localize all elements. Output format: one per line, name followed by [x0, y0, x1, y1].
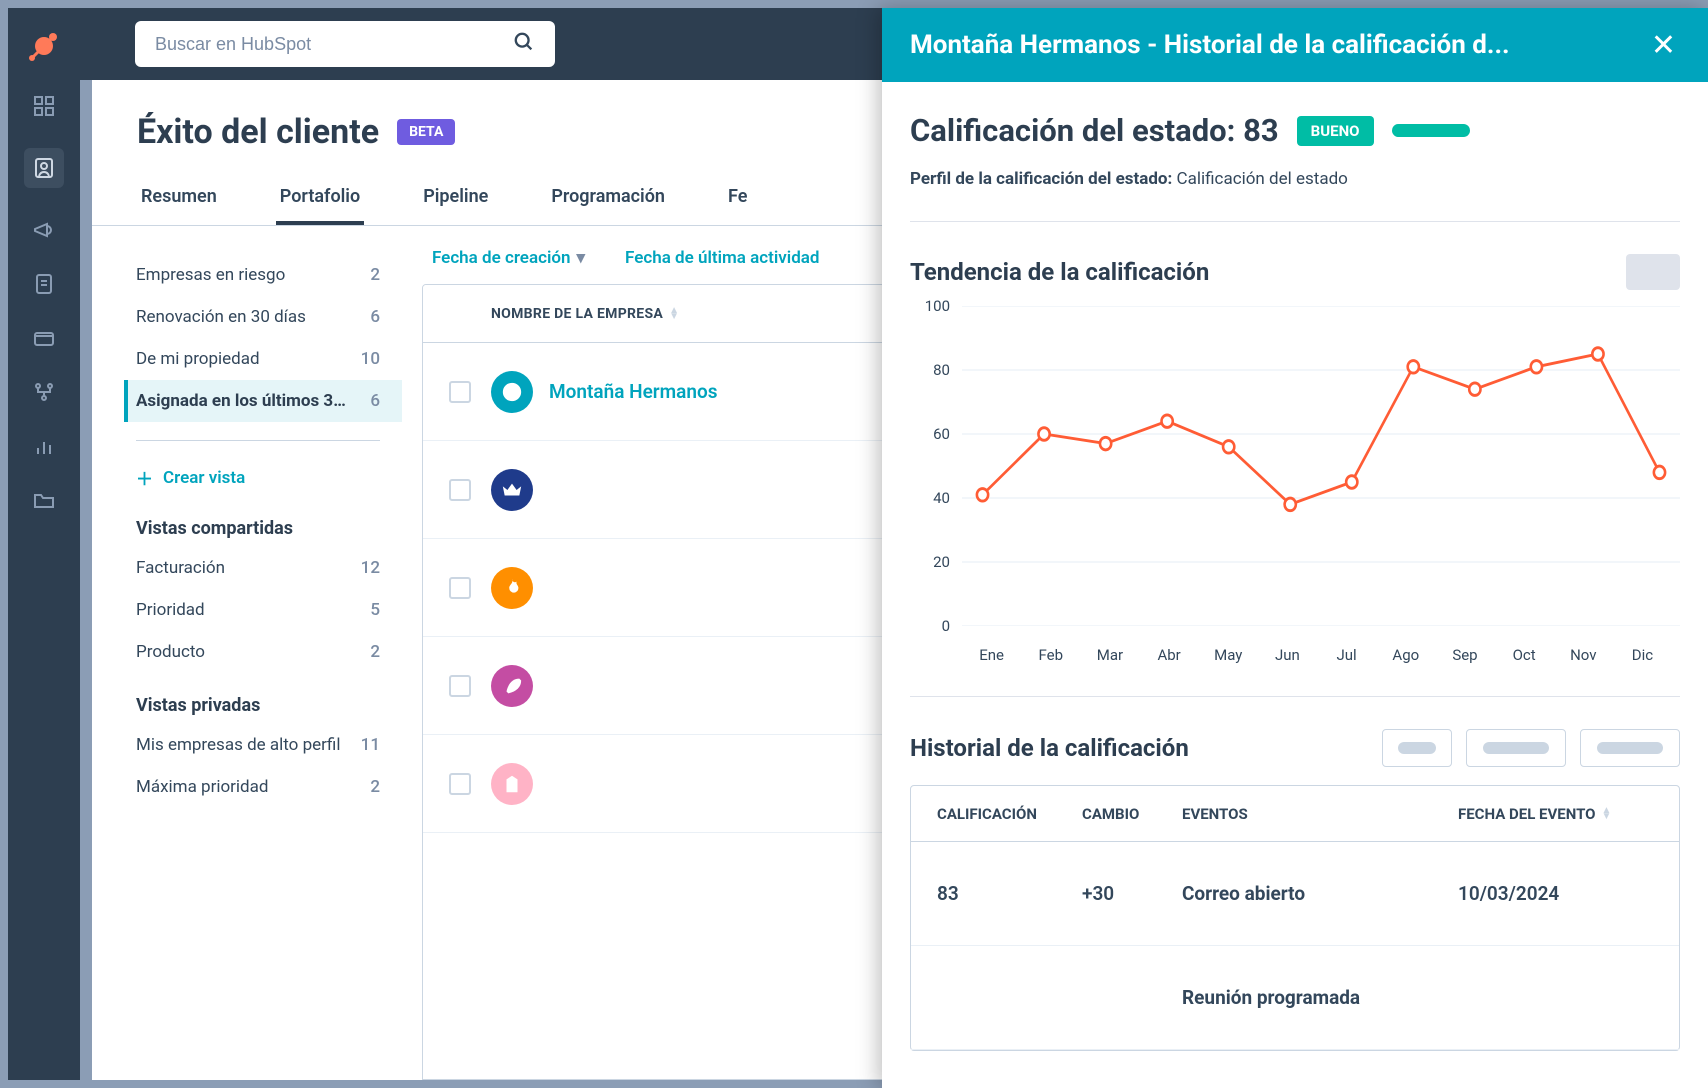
score-badge: BUENO: [1297, 116, 1374, 146]
hcol-cal[interactable]: CALIFICACIÓN: [937, 805, 1082, 823]
grid-icon[interactable]: [32, 94, 56, 118]
history-header: CALIFICACIÓN CAMBIO EVENTOS FECHA DEL EV…: [911, 786, 1679, 842]
y-tick: 40: [933, 489, 950, 507]
view-item[interactable]: De mi propiedad10: [124, 338, 402, 380]
x-tick: Jul: [1317, 646, 1376, 664]
company-icon: [491, 763, 533, 805]
view-item[interactable]: Facturación12: [124, 547, 402, 589]
sort-icon: ▲▼: [1602, 808, 1612, 820]
history-filter-1[interactable]: [1382, 729, 1452, 767]
trend-title: Tendencia de la calificación: [910, 258, 1209, 286]
x-tick: May: [1199, 646, 1258, 664]
panel-title: Montaña Hermanos - Historial de la calif…: [910, 30, 1647, 60]
row-checkbox[interactable]: [449, 479, 471, 501]
hcol-date[interactable]: FECHA DEL EVENTO▲▼: [1458, 805, 1653, 823]
divider: [136, 440, 380, 441]
hcol-events[interactable]: EVENTOS: [1182, 805, 1458, 823]
view-item[interactable]: Renovación en 30 días6: [124, 296, 402, 338]
tab-fe[interactable]: Fe: [724, 172, 751, 225]
company-icon: [491, 567, 533, 609]
view-item[interactable]: Asignada en los últimos 30 dí...6: [124, 380, 402, 422]
plus-icon: ＋: [136, 465, 153, 490]
megaphone-icon[interactable]: [32, 218, 56, 242]
history-row[interactable]: Reunión programada: [911, 946, 1679, 1050]
company-icon: [491, 665, 533, 707]
trend-chart: 100806040200: [910, 306, 1680, 626]
history-row[interactable]: 83 +30 Correo abierto 10/03/2024: [911, 842, 1679, 946]
row-checkbox[interactable]: [449, 773, 471, 795]
view-item[interactable]: Mis empresas de alto perfil11: [124, 724, 402, 766]
row-checkbox[interactable]: [449, 577, 471, 599]
create-view-label: Crear vista: [163, 468, 245, 488]
x-tick: Jun: [1258, 646, 1317, 664]
company-icon: [491, 371, 533, 413]
beta-badge: BETA: [397, 119, 455, 145]
history-title: Historial de la calificación: [910, 734, 1189, 762]
y-tick: 100: [925, 297, 950, 315]
tab-programación[interactable]: Programación: [547, 172, 669, 225]
create-view-button[interactable]: ＋ Crear vista: [124, 459, 402, 496]
folder-icon[interactable]: [32, 488, 56, 512]
view-item[interactable]: Prioridad5: [124, 589, 402, 631]
app-frame: Éxito del cliente BETA Resumen Portafolio…: [8, 8, 1700, 1080]
x-tick: Ago: [1376, 646, 1435, 664]
hubspot-logo-icon[interactable]: [26, 28, 62, 64]
wallet-icon[interactable]: [32, 326, 56, 350]
document-icon[interactable]: [32, 272, 56, 296]
tab-pipeline[interactable]: Pipeline: [419, 172, 492, 225]
view-item[interactable]: Máxima prioridad2: [124, 766, 402, 808]
x-tick: Sep: [1435, 646, 1494, 664]
divider: [910, 221, 1680, 222]
score-row: Calificación del estado: 83 BUENO: [910, 112, 1680, 149]
x-tick: Dic: [1613, 646, 1672, 664]
nav-sidebar: [8, 8, 80, 1080]
private-views-title: Vistas privadas: [124, 673, 402, 724]
history-filter-2[interactable]: [1466, 729, 1566, 767]
view-item[interactable]: Producto2: [124, 631, 402, 673]
trend-filter-button[interactable]: [1626, 254, 1680, 290]
shared-views-title: Vistas compartidas: [124, 496, 402, 547]
reports-icon[interactable]: [32, 434, 56, 458]
row-checkbox[interactable]: [449, 675, 471, 697]
views-panel: Empresas en riesgo2Renovación en 30 días…: [92, 226, 402, 1080]
y-tick: 60: [933, 425, 950, 443]
workflow-icon[interactable]: [32, 380, 56, 404]
sort-icon: ▲▼: [669, 308, 679, 320]
history-filter-3[interactable]: [1580, 729, 1680, 767]
company-icon: [491, 469, 533, 511]
chevron-down-icon: ▾: [576, 248, 585, 268]
x-tick: Mar: [1080, 646, 1139, 664]
score-title: Calificación del estado: 83: [910, 112, 1279, 149]
history-buttons: [1382, 729, 1680, 767]
y-tick: 20: [933, 553, 950, 571]
filter-last-activity[interactable]: Fecha de última actividad: [625, 248, 819, 268]
contacts-icon[interactable]: [24, 148, 64, 188]
x-tick: Feb: [1021, 646, 1080, 664]
history-table: CALIFICACIÓN CAMBIO EVENTOS FECHA DEL EV…: [910, 785, 1680, 1051]
row-checkbox[interactable]: [449, 381, 471, 403]
search-input[interactable]: [155, 34, 513, 55]
divider: [910, 696, 1680, 697]
profile-line: Perfil de la calificación del estado: Ca…: [910, 169, 1680, 189]
company-name[interactable]: Montaña Hermanos: [549, 380, 717, 403]
search-box[interactable]: [135, 21, 555, 67]
close-icon[interactable]: ✕: [1647, 24, 1680, 67]
panel-body: Calificación del estado: 83 BUENO Perfil…: [882, 82, 1708, 1088]
tab-portafolio[interactable]: Portafolio: [276, 172, 364, 225]
search-icon[interactable]: [513, 31, 535, 57]
x-tick: Ene: [962, 646, 1021, 664]
x-tick: Oct: [1495, 646, 1554, 664]
x-tick: Abr: [1140, 646, 1199, 664]
score-bar: [1392, 124, 1470, 137]
x-tick: Nov: [1554, 646, 1613, 664]
panel-header: Montaña Hermanos - Historial de la calif…: [882, 8, 1708, 82]
y-tick: 80: [933, 361, 950, 379]
tab-resumen[interactable]: Resumen: [137, 172, 221, 225]
page-title: Éxito del cliente: [137, 112, 379, 152]
y-tick: 0: [942, 617, 950, 635]
view-item[interactable]: Empresas en riesgo2: [124, 254, 402, 296]
filter-created[interactable]: Fecha de creación ▾: [432, 248, 585, 268]
detail-panel: Montaña Hermanos - Historial de la calif…: [882, 8, 1708, 1088]
hcol-change[interactable]: CAMBIO: [1082, 805, 1182, 823]
